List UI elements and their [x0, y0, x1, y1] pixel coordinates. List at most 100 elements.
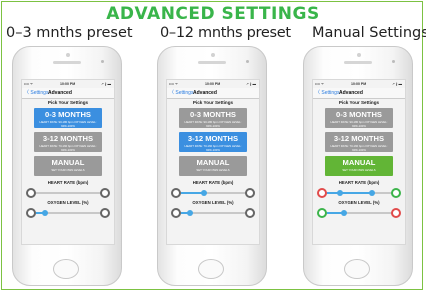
option-title: 0-3 MONTHS [336, 110, 382, 119]
status-time: 10:00 PM [351, 82, 367, 86]
min-dial-icon[interactable] [171, 188, 181, 198]
max-dial-icon[interactable] [100, 188, 110, 198]
battery-icon: ↗ ∦ ▬ [245, 82, 256, 86]
battery-icon: ↗ ∦ ▬ [391, 82, 402, 86]
home-button[interactable] [53, 259, 79, 279]
oxygen-level-label: OXYGEN LEVEL (%) [338, 200, 380, 205]
max-dial-icon[interactable] [245, 188, 255, 198]
status-time: 10:00 PM [205, 82, 221, 86]
pick-settings-label: Pick Your Settings [192, 100, 234, 105]
option-subtitle: SET YOUR OWN LEVELS [196, 168, 230, 172]
pick-settings-label: Pick Your Settings [338, 100, 380, 105]
pick-settings-label: Pick Your Settings [47, 100, 89, 105]
phone-screen: •••• ᯤ 10:00 PM ↗ ∦ ▬ 〈 Settings Advance… [166, 79, 260, 245]
nav-title: Advanced [48, 89, 72, 96]
back-button[interactable]: 〈 Settings [24, 89, 48, 96]
phone-manual-settings: •••• ᯤ 10:00 PM ↗ ∦ ▬ 〈 Settings Advance… [303, 46, 413, 286]
option-title: 0-3 MONTHS [190, 110, 236, 119]
home-button[interactable] [344, 259, 370, 279]
option-title: MANUAL [342, 158, 376, 167]
option-manual[interactable]: MANUAL SET YOUR OWN LEVELS [179, 156, 247, 176]
option-0-3-months[interactable]: 0-3 MONTHS HEART RATE: 90-180 bpm OXYGEN… [34, 108, 102, 128]
caption-0-3-preset: 0–3 mnths preset [6, 25, 133, 41]
nav-title: Advanced [193, 89, 217, 96]
caption-manual-settings: Manual Settings [312, 25, 426, 41]
heart-rate-slider[interactable] [171, 188, 255, 198]
option-subtitle: HEART RATE: 70-160 bpm OXYGEN LEVEL: 90%… [184, 144, 242, 152]
oxygen-level-label: OXYGEN LEVEL (%) [47, 200, 89, 205]
slider-knob[interactable] [337, 190, 343, 196]
speaker-icon [344, 61, 372, 64]
page-title: ADVANCED SETTINGS [106, 4, 320, 24]
option-0-3-months[interactable]: 0-3 MONTHS HEART RATE: 90-180 bpm OXYGEN… [179, 108, 247, 128]
sensor-icon [246, 60, 249, 63]
speaker-icon [53, 61, 81, 64]
heart-rate-slider[interactable] [317, 188, 401, 198]
option-title: 3-12 MONTHS [42, 134, 94, 143]
back-button[interactable]: 〈 Settings [169, 89, 193, 96]
max-dial-icon[interactable] [245, 208, 255, 218]
signal-icon: •••• ᯤ [315, 82, 325, 86]
nav-title: Advanced [339, 89, 363, 96]
slider-knob[interactable] [187, 210, 193, 216]
nav-bar: 〈 Settings Advanced [22, 88, 114, 99]
min-dial-icon[interactable] [26, 208, 36, 218]
heart-rate-slider[interactable] [26, 188, 110, 198]
max-dial-icon[interactable] [391, 208, 401, 218]
heart-rate-label: HEART RATE (bpm) [192, 180, 234, 185]
option-title: 0-3 MONTHS [45, 110, 91, 119]
slider-knob[interactable] [369, 190, 375, 196]
min-dial-icon[interactable] [317, 208, 327, 218]
phone-0-12-preset: •••• ᯤ 10:00 PM ↗ ∦ ▬ 〈 Settings Advance… [157, 46, 267, 286]
oxygen-level-slider[interactable] [317, 208, 401, 218]
caption-0-12-preset: 0–12 mnths preset [160, 25, 291, 41]
option-subtitle: HEART RATE: 90-180 bpm OXYGEN LEVEL: 90%… [184, 120, 242, 128]
option-subtitle: SET YOUR OWN LEVELS [51, 168, 85, 172]
signal-icon: •••• ᯤ [169, 82, 179, 86]
heart-rate-label: HEART RATE (bpm) [338, 180, 380, 185]
signal-icon: •••• ᯤ [24, 82, 34, 86]
option-title: MANUAL [51, 158, 85, 167]
option-0-3-months[interactable]: 0-3 MONTHS HEART RATE: 90-180 bpm OXYGEN… [325, 108, 393, 128]
option-manual[interactable]: MANUAL SET YOUR OWN LEVELS [34, 156, 102, 176]
oxygen-level-label: OXYGEN LEVEL (%) [192, 200, 234, 205]
back-button[interactable]: 〈 Settings [315, 89, 339, 96]
oxygen-level-slider[interactable] [26, 208, 110, 218]
option-subtitle: HEART RATE: 90-180 bpm OXYGEN LEVEL: 90%… [330, 120, 388, 128]
option-manual[interactable]: MANUAL SET YOUR OWN LEVELS [325, 156, 393, 176]
camera-icon [357, 53, 361, 57]
option-subtitle: HEART RATE: 70-160 bpm OXYGEN LEVEL: 90%… [39, 144, 97, 152]
phone-0-3-preset: •••• ᯤ 10:00 PM ↗ ∦ ▬ 〈 Settings Advance… [12, 46, 122, 286]
speaker-icon [198, 61, 226, 64]
min-dial-icon[interactable] [171, 208, 181, 218]
option-subtitle: SET YOUR OWN LEVELS [342, 168, 376, 172]
phone-screen: •••• ᯤ 10:00 PM ↗ ∦ ▬ 〈 Settings Advance… [312, 79, 406, 245]
option-3-12-months[interactable]: 3-12 MONTHS HEART RATE: 70-160 bpm OXYGE… [34, 132, 102, 152]
min-dial-icon[interactable] [317, 188, 327, 198]
option-title: 3-12 MONTHS [187, 134, 239, 143]
min-dial-icon[interactable] [26, 188, 36, 198]
sensor-icon [392, 60, 395, 63]
heart-rate-label: HEART RATE (bpm) [47, 180, 89, 185]
phone-screen: •••• ᯤ 10:00 PM ↗ ∦ ▬ 〈 Settings Advance… [21, 79, 115, 245]
camera-icon [66, 53, 70, 57]
battery-icon: ↗ ∦ ▬ [100, 82, 111, 86]
camera-icon [211, 53, 215, 57]
nav-bar: 〈 Settings Advanced [313, 88, 405, 99]
slider-knob[interactable] [201, 190, 207, 196]
max-dial-icon[interactable] [100, 208, 110, 218]
slider-knob[interactable] [42, 210, 48, 216]
option-3-12-months[interactable]: 3-12 MONTHS HEART RATE: 70-160 bpm OXYGE… [325, 132, 393, 152]
home-button[interactable] [198, 259, 224, 279]
oxygen-level-slider[interactable] [171, 208, 255, 218]
status-time: 10:00 PM [60, 82, 76, 86]
option-title: 3-12 MONTHS [333, 134, 385, 143]
nav-bar: 〈 Settings Advanced [167, 88, 259, 99]
option-3-12-months[interactable]: 3-12 MONTHS HEART RATE: 70-160 bpm OXYGE… [179, 132, 247, 152]
option-title: MANUAL [196, 158, 230, 167]
slider-knob[interactable] [341, 210, 347, 216]
max-dial-icon[interactable] [391, 188, 401, 198]
option-subtitle: HEART RATE: 70-160 bpm OXYGEN LEVEL: 90%… [330, 144, 388, 152]
option-subtitle: HEART RATE: 90-180 bpm OXYGEN LEVEL: 90%… [39, 120, 97, 128]
sensor-icon [101, 60, 104, 63]
